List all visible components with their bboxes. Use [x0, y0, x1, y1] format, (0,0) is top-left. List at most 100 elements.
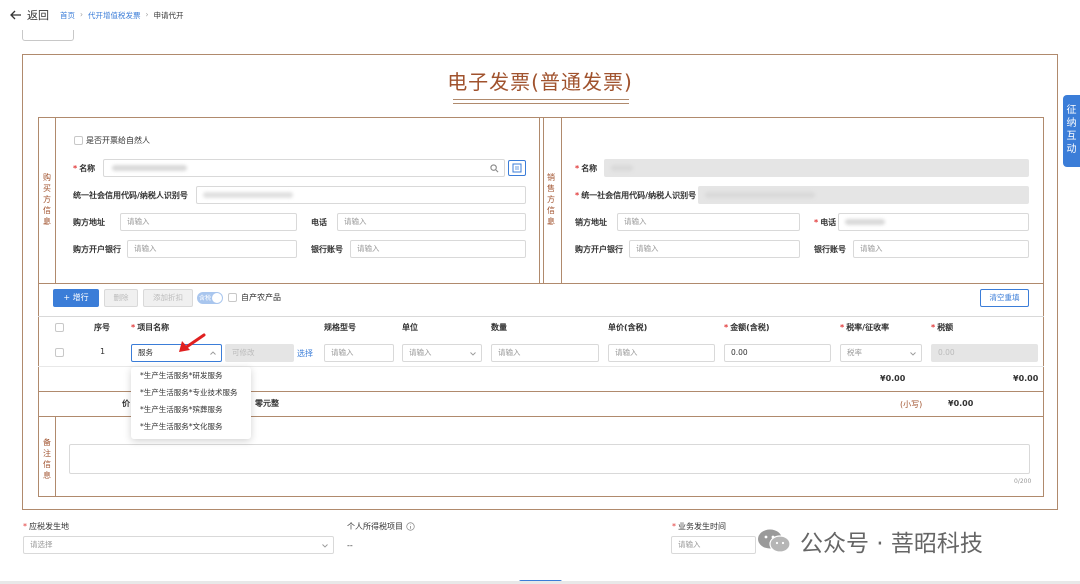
collapse-icon[interactable]: ^: [43, 222, 49, 230]
tax-included-toggle[interactable]: 含税: [197, 292, 223, 304]
buyer-name-label: * 名称: [73, 164, 96, 173]
rate-placeholder: 税率: [847, 348, 862, 357]
chevron-up-icon: [210, 351, 216, 355]
price-input[interactable]: 请输入: [608, 344, 715, 362]
tax-place-select[interactable]: 请选择: [23, 536, 334, 554]
rate-select[interactable]: 税率: [840, 344, 922, 362]
collapse-icon[interactable]: ^: [547, 222, 553, 230]
personal-tax-value: --: [347, 541, 353, 550]
buyer-name-input[interactable]: [103, 159, 505, 177]
center-divider: [539, 117, 540, 283]
breadcrumb-home[interactable]: 首页: [60, 10, 75, 21]
clear-refill-button[interactable]: 清空重填: [980, 289, 1029, 307]
back-button[interactable]: 返回: [10, 7, 49, 23]
breadcrumb-sep-icon: ›: [80, 10, 83, 19]
buyer-picker-button[interactable]: [508, 160, 526, 176]
info-icon[interactable]: [406, 522, 415, 531]
tax-place-placeholder: 请选择: [30, 540, 53, 549]
header-rate: * 税率/征收率: [840, 323, 890, 332]
buyer-phone-input[interactable]: 请输入: [337, 213, 526, 231]
plus-icon: +: [63, 293, 73, 302]
seller-account-label: 银行账号: [814, 245, 846, 254]
side-tab-label: 征纳互动: [1066, 105, 1077, 155]
self-produced-checkbox[interactable]: [228, 293, 237, 302]
title-underline: [453, 103, 629, 104]
breadcrumb-sep-icon: ›: [145, 10, 149, 19]
row-seq: 1: [100, 347, 106, 356]
seller-address-input[interactable]: 请输入: [617, 213, 800, 231]
subtotal-tax: ¥0.00: [1013, 374, 1039, 383]
add-row-button[interactable]: + 增行: [53, 289, 99, 307]
delete-button[interactable]: 删除: [104, 289, 138, 307]
seller-account-input[interactable]: 请输入: [853, 240, 1029, 258]
header-price: 单价(含税): [608, 323, 648, 332]
breadcrumb-vat[interactable]: 代开增值税发票: [88, 10, 141, 21]
add-discount-button[interactable]: 添加折扣: [143, 289, 193, 307]
chevron-down-icon: [470, 352, 476, 356]
toggle-label: 含税: [199, 295, 212, 302]
spec-input[interactable]: 请输入: [324, 344, 394, 362]
unit-select[interactable]: 请输入: [402, 344, 482, 362]
interaction-side-tab[interactable]: 征纳互动: [1063, 95, 1080, 167]
self-produced-label: 自产农产品: [241, 293, 281, 302]
table-top-border: [38, 316, 1044, 317]
invoice-title: 电子发票(普通发票): [447, 70, 633, 94]
header-tax: * 税额: [931, 323, 954, 332]
seller-bank-label: 购方开户银行: [575, 245, 623, 254]
chevron-down-icon: [910, 352, 916, 356]
section-divider: [38, 283, 1044, 284]
amount-input[interactable]: 0.00: [724, 344, 831, 362]
seller-label-divider: [561, 117, 562, 283]
seller-address-label: 销方地址: [575, 218, 607, 227]
buyer-phone-label: 电话: [311, 218, 327, 227]
header-item-name: * 项目名称: [131, 323, 170, 332]
qty-input[interactable]: 请输入: [491, 344, 599, 362]
tax-place-label: * 应税发生地: [23, 522, 69, 531]
remarks-label-divider: [55, 416, 56, 497]
seller-bank-input[interactable]: 请输入: [629, 240, 800, 258]
unit-placeholder: 请输入: [409, 348, 432, 357]
select-item-link[interactable]: 选择: [297, 348, 313, 359]
watermark-text: 公众号 · 菩昭科技: [800, 531, 983, 557]
item-name-dropdown: *生产生活服务*研发服务 *生产生活服务*专业技术服务 *生产生活服务*殡葬服务…: [131, 367, 251, 439]
seller-taxid-input: [698, 186, 1029, 204]
wechat-icon: [758, 529, 791, 553]
remarks-section-label: 备注信息: [43, 438, 51, 480]
buyer-bank-input[interactable]: 请输入: [127, 240, 297, 258]
breadcrumb: 首页 › 代开增值税发票 › 申请代开: [60, 10, 184, 21]
seller-name-label: * 名称: [575, 164, 598, 173]
arrow-left-icon: [10, 10, 21, 20]
select-all-checkbox[interactable]: [55, 323, 64, 332]
dropdown-option[interactable]: *生产生活服务*文化服务: [131, 418, 251, 435]
buyer-section-label: 购买方信息: [43, 173, 51, 226]
buyer-label-divider: [55, 117, 56, 283]
tax-input: 0.00: [931, 344, 1038, 362]
buyer-account-input[interactable]: 请输入: [350, 240, 526, 258]
business-time-label: * 业务发生时间: [672, 522, 726, 531]
buyer-taxid-input[interactable]: [196, 186, 526, 204]
red-arrow-icon: [179, 333, 206, 352]
search-icon[interactable]: [490, 164, 499, 173]
small-value: ¥0.00: [948, 399, 974, 408]
dropdown-option[interactable]: *生产生活服务*研发服务: [131, 367, 251, 384]
natural-person-checkbox[interactable]: [74, 136, 83, 145]
seller-phone-input[interactable]: [838, 213, 1029, 231]
natural-person-label: 是否开票给自然人: [86, 136, 150, 145]
header-seq: 序号: [94, 323, 110, 332]
remarks-textarea[interactable]: [69, 444, 1030, 474]
dropdown-option[interactable]: *生产生活服务*专业技术服务: [131, 384, 251, 401]
watermark: 公众号 · 菩昭科技: [756, 524, 983, 558]
seller-section-label: 销售方信息: [547, 173, 555, 226]
row-checkbox[interactable]: [55, 348, 64, 357]
buyer-taxid-label: 统一社会信用代码/纳税人识别号: [73, 191, 188, 200]
business-time-input[interactable]: 请输入: [671, 536, 756, 554]
title-underline: [453, 99, 629, 100]
hidden-button[interactable]: [22, 30, 74, 41]
small-label: (小写): [900, 400, 923, 409]
total-in-words: 零元整: [255, 399, 279, 408]
buyer-address-input[interactable]: 请输入: [120, 213, 297, 231]
header-qty: 数量: [491, 323, 507, 332]
remarks-counter: 0/200: [1014, 478, 1032, 485]
personal-tax-label: 个人所得税项目: [347, 521, 415, 532]
dropdown-option[interactable]: *生产生活服务*殡葬服务: [131, 401, 251, 418]
